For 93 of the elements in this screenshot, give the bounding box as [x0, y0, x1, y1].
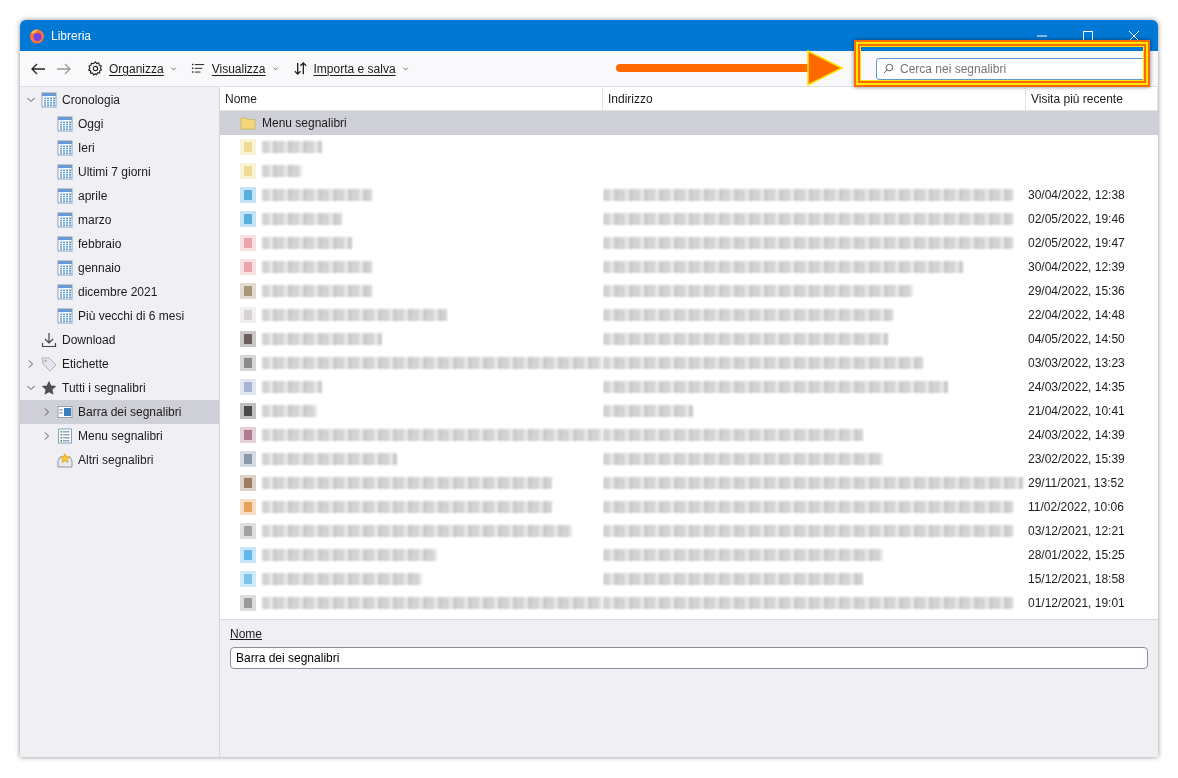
maximize-icon[interactable]: [1082, 29, 1094, 42]
calendar-icon: [57, 236, 73, 252]
table-row[interactable]: 02/05/2022, 19:47: [220, 231, 1158, 255]
visit-date: 29/04/2022, 15:36: [1028, 284, 1125, 298]
caret-icon: [169, 65, 177, 72]
tree-item[interactable]: dicembre 2021: [20, 280, 219, 304]
visit-date: 11/02/2022, 10:06: [1028, 500, 1124, 514]
tree-item[interactable]: Cronologia: [20, 88, 219, 112]
table-row[interactable]: 03/03/2022, 13:23: [220, 351, 1158, 375]
table-row[interactable]: 21/04/2022, 10:41: [220, 399, 1158, 423]
tree-item[interactable]: Più vecchi di 6 mesi: [20, 304, 219, 328]
column-header[interactable]: Indirizzo: [608, 91, 653, 106]
calendar-icon: [57, 188, 73, 204]
calendar-icon: [57, 212, 73, 228]
table-row[interactable]: 04/05/2022, 14:50: [220, 327, 1158, 351]
table-row[interactable]: 29/11/2021, 13:52: [220, 471, 1158, 495]
toolbar-menu-button[interactable]: Importa e salva: [286, 58, 415, 79]
visit-date: 30/04/2022, 12:39: [1028, 260, 1125, 274]
settings-icon: [88, 61, 103, 76]
calendar-icon: [57, 116, 73, 132]
sort-icon: [292, 61, 308, 76]
tree-item[interactable]: aprile: [20, 184, 219, 208]
visit-date: 30/04/2022, 12:38: [1028, 188, 1125, 202]
tree-item[interactable]: febbraio: [20, 232, 219, 256]
bookmark-name: Menu segnalibri: [262, 116, 347, 130]
visit-date: 15/12/2021, 18:58: [1028, 572, 1125, 586]
column-header[interactable]: Visita più recente: [1031, 91, 1123, 106]
name-field[interactable]: Barra dei segnalibri: [230, 647, 1148, 669]
tree-item[interactable]: Altri segnalibri: [20, 448, 219, 472]
calendar-icon: [57, 284, 73, 300]
tree-item[interactable]: Ieri: [20, 136, 219, 160]
visit-date: 24/03/2022, 14:35: [1028, 380, 1125, 394]
table-row[interactable]: 01/12/2021, 19:01: [220, 591, 1158, 615]
column-header[interactable]: Nome: [225, 91, 257, 106]
blurred-text: [262, 381, 322, 393]
list-icon: [190, 61, 206, 76]
bookmarks-menu-icon: [57, 428, 73, 444]
toolbar-menu-button[interactable]: Visualizza: [184, 58, 285, 79]
toolbar-menu-button[interactable]: Organizza: [82, 58, 183, 79]
star-icon: [41, 380, 57, 396]
visit-date: 24/03/2022, 14:39: [1028, 428, 1125, 442]
search-icon: [883, 63, 894, 74]
calendar-icon: [57, 260, 73, 276]
window-title: Libreria: [51, 28, 92, 43]
calendar-icon: [57, 164, 73, 180]
tree-item[interactable]: Download: [20, 328, 219, 352]
download-icon: [41, 332, 57, 348]
table-row[interactable]: 29/04/2022, 15:36: [220, 279, 1158, 303]
caret-icon: [271, 65, 279, 72]
table-row[interactable]: 03/12/2021, 12:21: [220, 519, 1158, 543]
table-row[interactable]: 11/02/2022, 10:06: [220, 495, 1158, 519]
table-row[interactable]: 22/04/2022, 14:48: [220, 303, 1158, 327]
tree-item[interactable]: marzo: [20, 208, 219, 232]
table-row[interactable]: 30/04/2022, 12:38: [220, 183, 1158, 207]
visit-date: 02/05/2022, 19:47: [1028, 236, 1125, 250]
visit-date: 01/12/2021, 19:01: [1028, 596, 1125, 610]
table-row[interactable]: 24/03/2022, 14:35: [220, 375, 1158, 399]
starred-tray-icon: [57, 452, 73, 468]
tree-item[interactable]: gennaio: [20, 256, 219, 280]
table-row[interactable]: 23/02/2022, 15:39: [220, 447, 1158, 471]
table-row[interactable]: 02/05/2022, 19:46: [220, 207, 1158, 231]
caret-icon: [401, 65, 409, 72]
tree-item[interactable]: Barra dei segnalibri: [20, 400, 219, 424]
visit-date: 02/05/2022, 19:46: [1028, 212, 1125, 226]
table-row[interactable]: Menu segnalibri: [220, 111, 1158, 135]
visit-date: 23/02/2022, 15:39: [1028, 452, 1125, 466]
calendar-icon: [41, 92, 57, 108]
bookmarks-toolbar-icon: [57, 404, 73, 420]
visit-date: 04/05/2022, 14:50: [1028, 332, 1125, 346]
tree-item[interactable]: Ultimi 7 giorni: [20, 160, 219, 184]
table-row[interactable]: 28/01/2022, 15:25: [220, 543, 1158, 567]
field-label: Nome: [230, 627, 262, 641]
calendar-icon: [57, 308, 73, 324]
table-row[interactable]: 24/03/2022, 14:39: [220, 423, 1158, 447]
tree-item[interactable]: Menu segnalibri: [20, 424, 219, 448]
table-row[interactable]: 30/04/2022, 12:39: [220, 255, 1158, 279]
blurred-text: [262, 141, 322, 153]
browser-logo-icon: [29, 27, 45, 44]
visit-date: 22/04/2022, 14:48: [1028, 308, 1125, 322]
visit-date: 03/03/2022, 13:23: [1028, 356, 1125, 370]
visit-date: 21/04/2022, 10:41: [1028, 404, 1125, 418]
table-row[interactable]: 15/12/2021, 18:58: [220, 567, 1158, 591]
blurred-text: [262, 405, 317, 417]
visit-date: 28/01/2022, 15:25: [1028, 548, 1125, 562]
tree-item[interactable]: Tutti i segnalibri: [20, 376, 219, 400]
blurred-text: [262, 165, 302, 177]
visit-date: 03/12/2021, 12:21: [1028, 524, 1125, 538]
tree-item[interactable]: Etichette: [20, 352, 219, 376]
calendar-icon: [57, 140, 73, 156]
tree-item[interactable]: Oggi: [20, 112, 219, 136]
close-icon[interactable]: [1128, 29, 1140, 42]
tag-icon: [41, 356, 57, 372]
visit-date: 29/11/2021, 13:52: [1028, 476, 1124, 490]
